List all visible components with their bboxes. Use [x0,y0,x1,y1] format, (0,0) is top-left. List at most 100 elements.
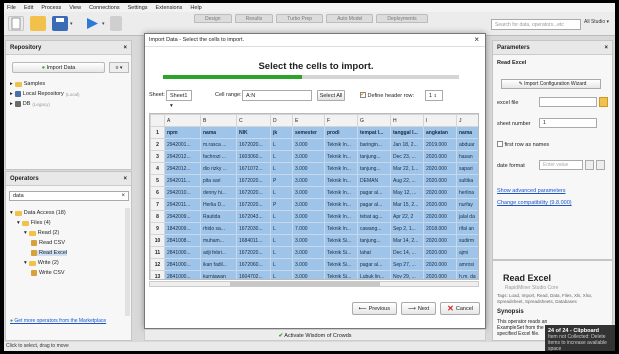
table-cell[interactable]: 7.000 [292,222,325,235]
table-cell[interactable]: 3.000 [292,198,325,211]
row-number[interactable]: 2 [150,138,165,151]
table-cell[interactable]: Teknik In... [324,162,358,175]
table-cell[interactable]: 2942011... [164,198,201,211]
table-cell[interactable]: L [270,162,293,175]
table-cell[interactable]: Mar 14, 2... [390,234,424,247]
operator-search-input[interactable]: data × [9,191,129,201]
table-row[interactable]: 2 2942001... m.rasca ... 1672020... L 3.000 Te… [150,138,478,151]
table-cell[interactable]: herlina [456,186,478,199]
table-cell[interactable]: 2020.000 [423,234,457,247]
table-cell[interactable]: Dec 23, ... [390,150,424,163]
tab-results[interactable]: Results [234,14,274,23]
previous-button[interactable]: ⟵ Previous [351,302,397,315]
scrollbar-thumb[interactable] [230,282,380,286]
table-cell[interactable]: 2020.000 [423,198,457,211]
table-cell[interactable]: Mar 22, 1... [390,162,424,175]
column-header[interactable]: I [423,114,457,127]
row-number[interactable]: 12 [150,258,165,271]
date-format-dropdown-icon[interactable] [585,160,594,170]
open-folder-icon[interactable] [30,16,46,31]
table-cell[interactable]: denny hi... [200,186,237,199]
table-cell[interactable]: L [270,258,293,271]
table-cell[interactable]: L [270,150,293,163]
table-cell[interactable]: Teknik Si... [324,234,358,247]
first-row-names-checkbox[interactable] [497,141,503,147]
repository-menu-button[interactable]: ≡ ▾ [109,62,129,73]
table-cell[interactable]: 2942012... [164,162,201,175]
operator-tree-item[interactable]: ▾ Read (2) [24,230,59,236]
expand-icon[interactable]: ▸ [10,91,13,97]
menu-view[interactable]: View [69,5,81,11]
date-format-input[interactable]: Enter value [539,160,583,170]
compatibility-link[interactable]: Change compatibility (9.8.000) [497,200,572,206]
table-cell[interactable]: 2841008... [164,234,201,247]
table-cell[interactable]: 2841000... [164,246,201,259]
column-header[interactable]: G [357,114,391,127]
collapse-icon[interactable]: ▾ [24,230,27,236]
table-cell[interactable]: Teknik Si... [324,270,358,279]
repo-item-db[interactable]: ▸ DB (Legacy) [10,101,50,107]
table-cell[interactable]: L [270,234,293,247]
table-cell[interactable]: 2942009... [164,210,201,223]
table-cell[interactable]: Teknik In... [324,138,358,151]
table-cell[interactable]: Teknik In... [324,210,358,223]
table-cell[interactable]: 2020.000 [423,162,457,175]
new-process-icon[interactable] [8,16,24,31]
table-cell[interactable]: DEMAN [357,174,391,187]
table-cell[interactable]: 2942010... [164,186,201,199]
operator-tree-item[interactable]: ▾ Write (2) [24,260,59,266]
table-cell[interactable]: pagar al... [357,186,391,199]
table-row[interactable]: 9 1842009... rhido sa... 1672030... L 7.000 Te… [150,222,478,235]
table-cell[interactable]: jalal da [456,210,478,223]
table-cell[interactable]: Mar 15, 2... [390,198,424,211]
table-cell[interactable]: 2942011... [164,174,201,187]
global-search-input[interactable]: Search for data, operators...etc [491,19,581,30]
table-cell[interactable]: rhido sa... [200,222,237,235]
stop-icon[interactable] [110,16,122,31]
operator-tree-item[interactable]: Read Excel [31,250,68,256]
menu-edit[interactable]: Edit [24,5,33,11]
import-data-button[interactable]: ● Import Data [12,62,105,73]
table-cell[interactable]: 2020.000 [423,210,457,223]
collapse-icon[interactable]: ▾ [10,210,13,216]
operator-tree-item[interactable]: Read CSV [31,240,65,246]
close-icon[interactable]: × [604,45,608,51]
table-cell[interactable]: 1672043... [236,210,271,223]
table-row[interactable]: 1 npm nama NIK jk semester prodi tempat l... tan… [150,126,478,139]
table-cell[interactable]: Teknik In... [324,222,358,235]
column-header[interactable]: E [292,114,325,127]
table-cell[interactable]: L [270,270,293,279]
table-cell[interactable]: 1672020... [236,174,271,187]
grid-horizontal-scrollbar[interactable] [149,281,479,287]
table-cell[interactable]: Apr 22, 2 [390,210,424,223]
table-cell[interactable]: 3.000 [292,162,325,175]
table-cell[interactable]: angkatan [423,126,457,139]
show-advanced-link[interactable]: Show advanced parameters [497,188,565,194]
table-cell[interactable]: amrosi [456,258,478,271]
expand-icon[interactable]: ▸ [10,101,13,107]
table-cell[interactable]: tanjung... [357,150,391,163]
table-cell[interactable]: May 12, ... [390,186,424,199]
table-cell[interactable]: 3.000 [292,270,325,279]
table-cell[interactable]: 1672030... [236,222,271,235]
table-cell[interactable]: 3.000 [292,174,325,187]
table-cell[interactable]: 2841000... [164,270,201,279]
operator-tree-item[interactable]: ▾ Data Access (18) [10,210,66,216]
column-header[interactable]: A [164,114,201,127]
table-cell[interactable]: Teknik In... [324,186,358,199]
table-row[interactable]: 3 2942012... fachrozi ... 1603060... L 3.000 T… [150,150,478,163]
table-cell[interactable]: abduar [456,138,478,151]
table-cell[interactable]: Herlia D... [200,198,237,211]
menu-file[interactable]: File [7,5,16,11]
row-number[interactable]: 13 [150,270,165,279]
table-cell[interactable]: h.m. da [456,270,478,279]
repo-item-local[interactable]: ▸ Local Repository (Local) [10,91,80,97]
table-cell[interactable]: 1842009... [164,222,201,235]
table-cell[interactable]: 1684011... [236,234,271,247]
clipboard-notification[interactable]: 24 of 24 - Clipboard Item not Collected:… [545,325,615,351]
expand-icon[interactable]: ▸ [10,81,13,87]
table-row[interactable]: 5 2942011... pita sari 1672020... P 3.000 Tekn… [150,174,478,187]
row-number[interactable]: 9 [150,222,165,235]
table-cell[interactable]: 1672060... [236,258,271,271]
table-cell[interactable]: NIK [236,126,271,139]
